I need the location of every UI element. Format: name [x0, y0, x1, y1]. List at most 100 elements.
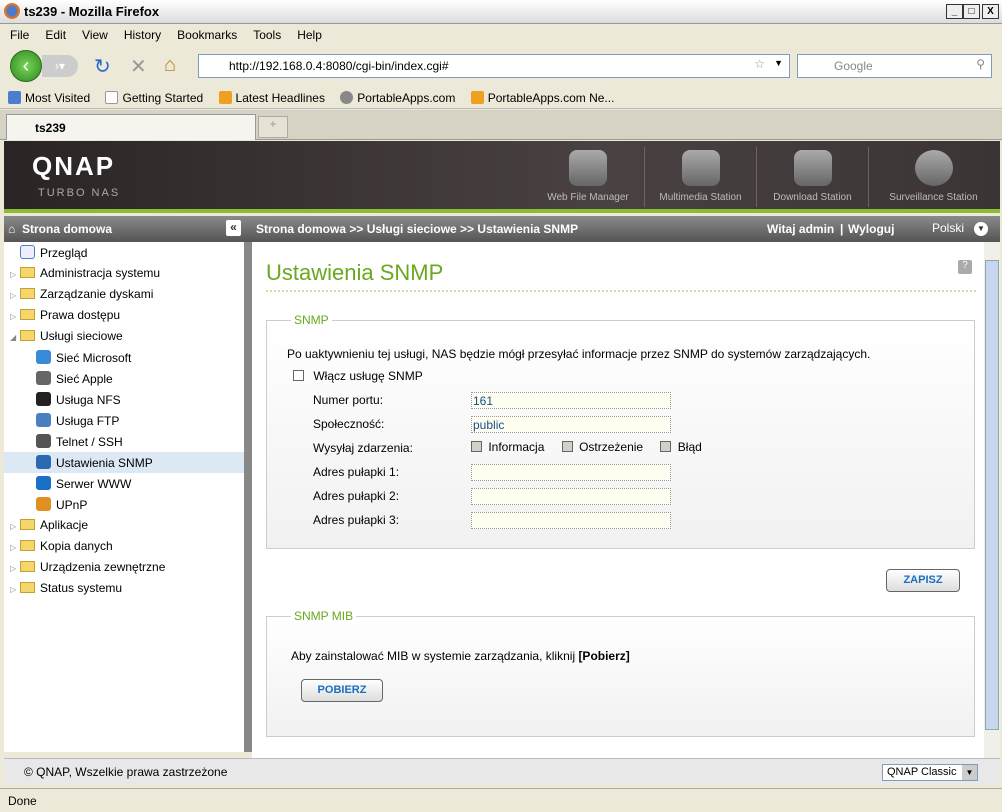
- sidebar-item[interactable]: Telnet / SSH: [4, 431, 244, 452]
- expand-icon[interactable]: ▷: [10, 312, 20, 321]
- web-file-manager-link[interactable]: Web File Manager: [532, 147, 644, 207]
- sidebar-item-label: Kopia danych: [40, 539, 113, 553]
- bookmark-latest-headlines[interactable]: Latest Headlines: [218, 91, 325, 105]
- search-input[interactable]: Google ⚲: [797, 54, 992, 78]
- event-warning-checkbox[interactable]: [561, 441, 573, 452]
- url-input[interactable]: http://192.168.0.4:8080/cgi-bin/index.cg…: [198, 54, 790, 78]
- download-station-link[interactable]: Download Station: [756, 147, 868, 207]
- folder-icon: [20, 540, 35, 551]
- footer: © QNAP, Wszelkie prawa zastrzeżone: [4, 758, 1000, 784]
- maximize-button[interactable]: □: [963, 4, 980, 19]
- qnap-header: QNAP Turbo NAS Web File Manager Multimed…: [4, 141, 1000, 213]
- sidebar-item[interactable]: Serwer WWW: [4, 473, 244, 494]
- sub-header: ⌂ Strona domowa « Strona domowa >> Usług…: [4, 216, 1000, 242]
- collapse-sidebar-button[interactable]: «: [226, 220, 241, 236]
- bookmark-getting-started[interactable]: Getting Started: [105, 91, 203, 105]
- menu-history[interactable]: History: [124, 28, 161, 42]
- back-button[interactable]: ‹: [10, 50, 42, 82]
- theme-select[interactable]: QNAP Classic ▼: [882, 764, 978, 781]
- snmp-icon: [36, 455, 51, 469]
- sidebar-item[interactable]: Usługa FTP: [4, 410, 244, 431]
- expand-icon[interactable]: ▷: [10, 564, 20, 573]
- multimedia-station-link[interactable]: Multimedia Station: [644, 147, 756, 207]
- bookmark-portableapps-news[interactable]: PortableApps.com Ne...: [470, 91, 614, 105]
- expand-icon[interactable]: ▷: [10, 291, 20, 300]
- dropdown-icon[interactable]: ▼: [774, 58, 783, 68]
- community-input[interactable]: public: [471, 416, 671, 433]
- sidebar-item[interactable]: ▷ Administracja systemu: [4, 263, 244, 284]
- sidebar-item-label: Sieć Microsoft: [56, 351, 132, 365]
- copyright: © QNAP, Wszelkie prawa zastrzeżone: [24, 765, 228, 779]
- sidebar-item[interactable]: UPnP: [4, 494, 244, 515]
- sidebar-item[interactable]: ▷ Zarządzanie dyskami: [4, 284, 244, 305]
- vertical-scrollbar[interactable]: [984, 242, 1000, 758]
- search-icon[interactable]: ⚲: [976, 57, 985, 71]
- minimize-button[interactable]: _: [946, 4, 963, 19]
- port-input[interactable]: 161: [471, 392, 671, 409]
- sidebar-item[interactable]: Ustawienia SNMP: [4, 452, 244, 473]
- menu-bar: File Edit View History Bookmarks Tools Help: [0, 24, 1002, 46]
- close-button[interactable]: X: [982, 4, 999, 19]
- tab-ts239[interactable]: ts239: [6, 114, 256, 140]
- event-info-label: Informacja: [488, 440, 545, 454]
- scrollbar-thumb[interactable]: [985, 260, 999, 730]
- stop-icon[interactable]: ✕: [130, 54, 147, 79]
- menu-view[interactable]: View: [82, 28, 108, 42]
- enable-snmp-checkbox[interactable]: [293, 370, 304, 381]
- expand-icon[interactable]: ◢: [10, 333, 20, 342]
- sidebar-item[interactable]: ◢ Usługi sieciowe: [4, 326, 244, 347]
- expand-icon[interactable]: ▷: [10, 585, 20, 594]
- tab-label: ts239: [35, 121, 66, 135]
- sidebar-item[interactable]: Sieć Microsoft: [4, 347, 244, 368]
- firefox-icon: [4, 3, 20, 19]
- sidebar-item-label: Serwer WWW: [56, 477, 132, 491]
- reload-icon[interactable]: ↻: [94, 54, 111, 79]
- menu-bookmarks[interactable]: Bookmarks: [177, 28, 237, 42]
- save-button[interactable]: ZAPISZ: [886, 569, 960, 592]
- bookmark-portableapps[interactable]: PortableApps.com: [340, 91, 455, 105]
- sidebar-item-label: Usługi sieciowe: [40, 329, 123, 343]
- event-info-checkbox[interactable]: [471, 441, 482, 452]
- forward-button[interactable]: ›▾: [42, 55, 78, 77]
- page-icon: [105, 91, 119, 104]
- sidebar-item[interactable]: ▷ Kopia danych: [4, 536, 244, 557]
- sidebar-item[interactable]: ▷ Urządzenia zewnętrzne: [4, 557, 244, 578]
- chevron-down-icon[interactable]: ▼: [962, 765, 977, 780]
- language-dropdown-icon[interactable]: ▼: [974, 222, 988, 236]
- sidebar-item[interactable]: Usługa NFS: [4, 389, 244, 410]
- sidebar-item[interactable]: ▷ Prawa dostępu: [4, 305, 244, 326]
- sidebar-item[interactable]: Przegląd: [4, 242, 244, 263]
- download-button[interactable]: POBIERZ: [301, 679, 383, 702]
- language-select[interactable]: Polski: [932, 221, 964, 235]
- logout-link[interactable]: Wyloguj: [848, 222, 894, 236]
- expand-icon[interactable]: ▷: [10, 522, 20, 531]
- sidebar-menu: Przegląd ▷ Administracja systemu ▷ Zarządzan…: [4, 242, 245, 752]
- folder-icon: [20, 309, 35, 320]
- sidebar-item-label: Zarządzanie dyskami: [40, 287, 154, 301]
- menu-help[interactable]: Help: [297, 28, 322, 42]
- new-tab-button[interactable]: +: [258, 116, 288, 138]
- event-error-checkbox[interactable]: [660, 441, 672, 452]
- expand-icon[interactable]: ▷: [10, 543, 20, 552]
- trap1-input[interactable]: [471, 464, 671, 481]
- sidebar-item[interactable]: ▷ Aplikacje: [4, 515, 244, 536]
- trap3-input[interactable]: [471, 512, 671, 529]
- surveillance-station-link[interactable]: Surveillance Station: [868, 147, 998, 207]
- home-icon[interactable]: ⌂: [164, 54, 176, 77]
- expand-icon[interactable]: ▷: [10, 270, 20, 279]
- star-icon[interactable]: ☆: [754, 57, 765, 71]
- menu-file[interactable]: File: [10, 28, 29, 42]
- sidebar-item[interactable]: Sieć Apple: [4, 368, 244, 389]
- terminal-icon: [36, 434, 51, 448]
- page-title: Ustawienia SNMP: [266, 260, 444, 285]
- community-label: Społeczność:: [313, 417, 385, 431]
- menu-tools[interactable]: Tools: [253, 28, 281, 42]
- sidebar-item[interactable]: ▷ Status systemu: [4, 578, 244, 599]
- help-icon[interactable]: ?: [958, 260, 972, 274]
- trap2-input[interactable]: [471, 488, 671, 505]
- bookmark-most-visited[interactable]: Most Visited: [8, 91, 90, 105]
- globe-icon: [36, 476, 51, 490]
- menu-edit[interactable]: Edit: [45, 28, 66, 42]
- trap2-label: Adres pułapki 2:: [313, 489, 400, 503]
- sidebar-splitter[interactable]: [245, 242, 252, 752]
